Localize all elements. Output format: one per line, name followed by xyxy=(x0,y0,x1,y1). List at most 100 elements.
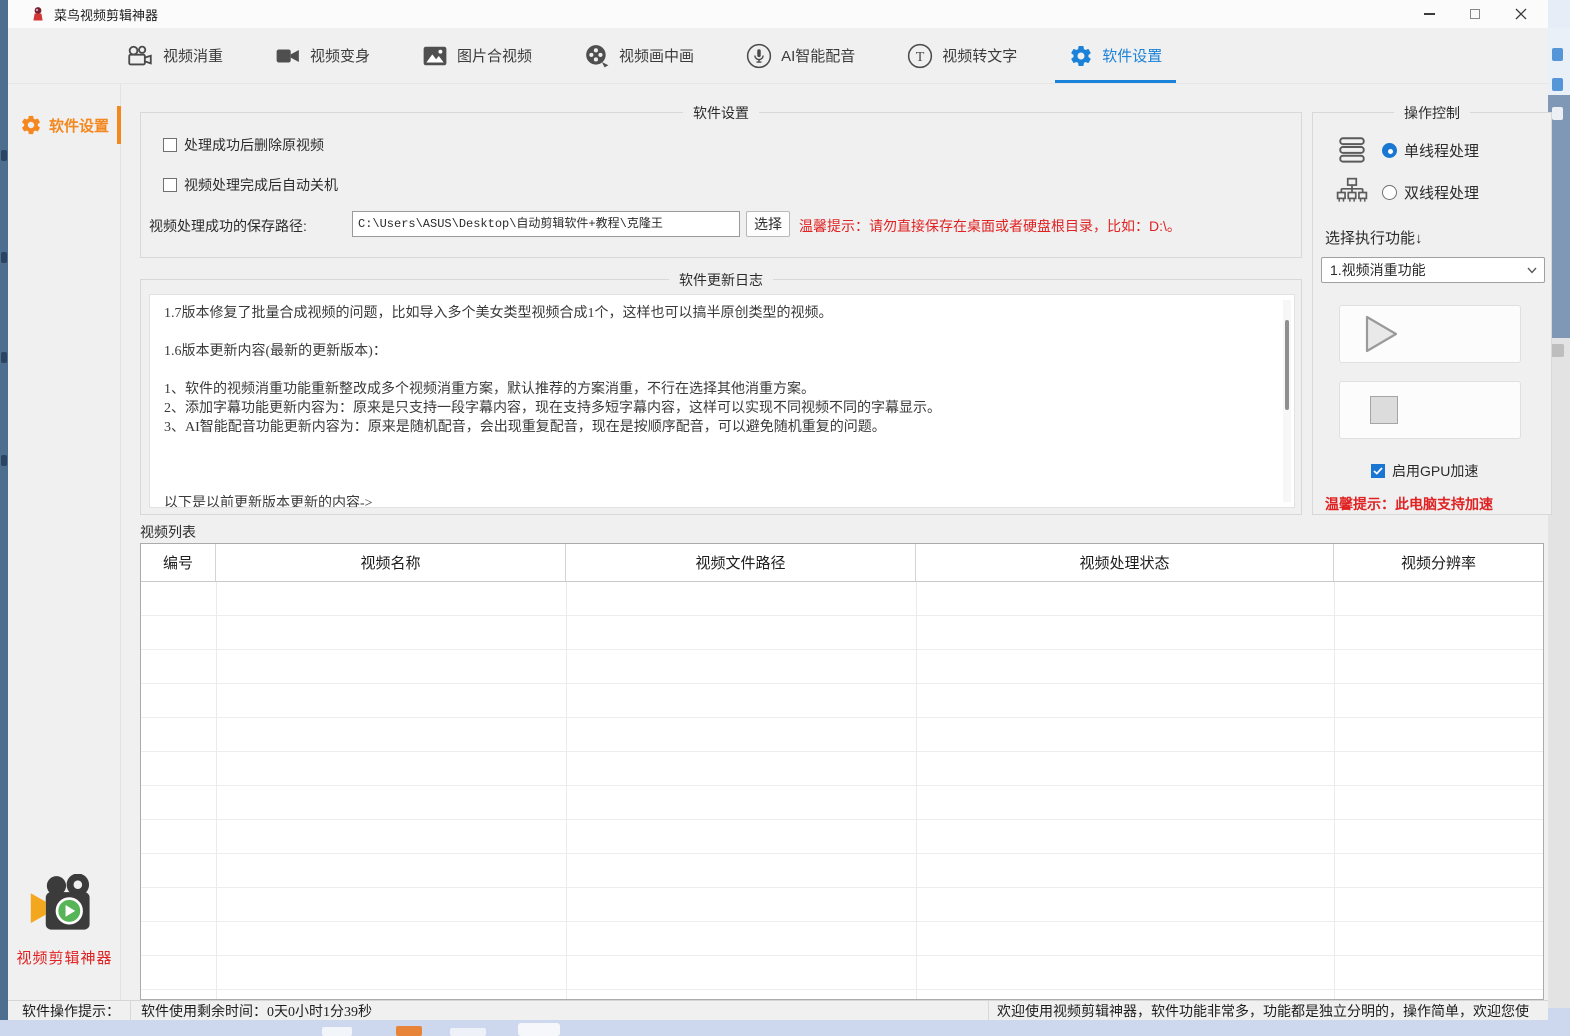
taskbar-sliver xyxy=(0,1020,1570,1036)
taskbar-icon-fragment xyxy=(450,1028,486,1036)
taskbar-icon-fragment xyxy=(396,1026,422,1036)
status-remaining-time: 软件使用剩余时间：0天0小时1分39秒 xyxy=(131,1001,989,1020)
tab-ai-voiceover[interactable]: AI智能配音 xyxy=(746,28,855,83)
select-function-label: 选择执行功能↓ xyxy=(1325,227,1423,248)
tab-video-to-text[interactable]: T 视频转文字 xyxy=(907,28,1017,83)
tab-label: 图片合视频 xyxy=(457,45,532,66)
save-path-label: 视频处理成功的保存路径: xyxy=(149,216,307,236)
maximize-button[interactable] xyxy=(1452,0,1498,28)
dual-thread-radio[interactable]: 双线程处理 xyxy=(1335,175,1479,209)
minimize-icon xyxy=(1424,13,1435,15)
text-fragment xyxy=(1551,344,1564,357)
radio-unselected-icon xyxy=(1382,185,1397,200)
maximize-icon xyxy=(1470,9,1480,19)
tab-label: 视频变身 xyxy=(310,45,370,66)
checkbox-label: 启用GPU加速 xyxy=(1392,461,1478,481)
dropdown-value: 1.视频消重功能 xyxy=(1330,262,1426,278)
stop-button[interactable] xyxy=(1339,381,1521,439)
column-divider xyxy=(566,582,567,999)
choose-path-button[interactable]: 选择 xyxy=(746,211,790,237)
tab-image-to-video[interactable]: 图片合视频 xyxy=(422,28,532,83)
status-tip-label: 软件操作提示： xyxy=(8,1001,131,1020)
update-log-title: 软件更新日志 xyxy=(669,270,773,290)
tab-video-transform[interactable]: 视频变身 xyxy=(275,28,370,83)
control-panel-group: 操作控制 单线程处理 双线程处理 选择执行功能↓ 1.视 xyxy=(1312,112,1552,515)
column-divider xyxy=(1334,582,1335,999)
video-list-table: 编号 视频名称 视频文件路径 视频处理状态 视频分辨率 xyxy=(140,543,1544,1000)
single-thread-radio[interactable]: 单线程处理 xyxy=(1335,133,1479,167)
column-header-name[interactable]: 视频名称 xyxy=(216,544,566,581)
gear-icon xyxy=(1069,44,1093,68)
text-fragment xyxy=(1552,107,1563,120)
desktop-icon-fragment xyxy=(1,252,7,263)
svg-text:T: T xyxy=(916,48,925,64)
tab-label: 视频转文字 xyxy=(942,45,1017,66)
table-body-empty xyxy=(141,582,1543,999)
active-indicator-bar xyxy=(117,106,121,144)
log-scrollbar[interactable] xyxy=(1283,300,1291,502)
sidebar-item-label: 软件设置 xyxy=(49,115,109,136)
desktop-icon-fragment xyxy=(1,455,7,466)
tab-label: 软件设置 xyxy=(1102,45,1162,66)
sidebar: 软件设置 视频剪辑神器 xyxy=(8,84,121,1000)
delete-original-checkbox[interactable]: 处理成功后删除原视频 xyxy=(163,135,324,155)
column-header-resolution[interactable]: 视频分辨率 xyxy=(1334,544,1543,581)
chevron-down-icon xyxy=(1527,267,1537,274)
window-title: 菜鸟视频剪辑神器 xyxy=(54,5,158,24)
log-scrollbar-thumb[interactable] xyxy=(1285,320,1289,410)
background-window-left-sliver xyxy=(0,0,8,1036)
checkbox-label: 视频处理完成后自动关机 xyxy=(184,175,338,195)
tab-software-settings[interactable]: 软件设置 xyxy=(1069,28,1162,83)
radio-label: 单线程处理 xyxy=(1404,140,1479,161)
checkbox-checked-icon xyxy=(1371,464,1385,478)
column-header-id[interactable]: 编号 xyxy=(141,544,216,581)
tab-video-dedup[interactable]: 视频消重 xyxy=(126,28,223,83)
column-divider xyxy=(916,582,917,999)
text-fragment xyxy=(1552,48,1563,61)
right-sliver-light xyxy=(1548,28,1570,95)
gpu-hint-text: 温馨提示：此电脑支持加速 xyxy=(1325,494,1493,514)
checkbox-unchecked-icon xyxy=(163,178,177,192)
status-welcome-text: 欢迎使用视频剪辑神器，软件功能非常多，功能都是独立分明的，操作简单，欢迎您使 xyxy=(989,1001,1548,1020)
update-log-box: 1.7版本修复了批量合成视频的问题，比如导入多个美女类型视频合成1个，这样也可以… xyxy=(149,294,1295,508)
status-bar: 软件操作提示： 软件使用剩余时间：0天0小时1分39秒 欢迎使用视频剪辑神器，软… xyxy=(8,1000,1548,1020)
table-header-row: 编号 视频名称 视频文件路径 视频处理状态 视频分辨率 xyxy=(141,544,1543,582)
save-path-input[interactable]: C:\Users\ASUS\Desktop\自动剪辑软件+教程\克隆王 xyxy=(352,211,740,237)
single-thread-icon xyxy=(1335,133,1369,167)
videocam-icon xyxy=(275,45,301,67)
gpu-acceleration-checkbox[interactable]: 启用GPU加速 xyxy=(1371,461,1478,481)
checkbox-unchecked-icon xyxy=(163,138,177,152)
function-dropdown[interactable]: 1.视频消重功能 xyxy=(1321,257,1545,283)
mic-icon xyxy=(746,43,772,69)
stop-icon xyxy=(1370,396,1398,424)
text-fragment xyxy=(1552,78,1563,91)
image-icon xyxy=(422,45,448,67)
tab-label: 视频画中画 xyxy=(619,45,694,66)
dual-thread-icon xyxy=(1335,175,1369,209)
column-header-status[interactable]: 视频处理状态 xyxy=(916,544,1334,581)
start-button[interactable] xyxy=(1339,305,1521,363)
movie-camera-logo-icon xyxy=(27,874,103,936)
close-icon xyxy=(1515,8,1527,20)
checkbox-label: 处理成功后删除原视频 xyxy=(184,135,324,155)
app-logo-icon xyxy=(30,6,46,22)
play-icon xyxy=(1364,314,1400,354)
taskbar-icon-fragment xyxy=(322,1027,352,1036)
tab-picture-in-picture[interactable]: 视频画中画 xyxy=(584,28,694,83)
auto-shutdown-checkbox[interactable]: 视频处理完成后自动关机 xyxy=(163,175,338,195)
column-header-path[interactable]: 视频文件路径 xyxy=(566,544,916,581)
desktop-icon-fragment xyxy=(1,150,7,161)
minimize-button[interactable] xyxy=(1406,0,1452,28)
sidebar-item-settings[interactable]: 软件设置 xyxy=(20,108,116,142)
close-button[interactable] xyxy=(1498,0,1544,28)
taskbar-icon-fragment xyxy=(518,1023,560,1036)
tab-label: AI智能配音 xyxy=(781,45,855,66)
settings-group-title: 软件设置 xyxy=(683,103,759,123)
update-log-group: 软件更新日志 1.7版本修复了批量合成视频的问题，比如导入多个美女类型视频合成1… xyxy=(140,279,1302,515)
right-sliver-top xyxy=(1548,0,1570,28)
film-reel-icon xyxy=(584,44,610,68)
desktop-icon-fragment xyxy=(1,352,7,363)
tab-label: 视频消重 xyxy=(163,45,223,66)
titlebar: 菜鸟视频剪辑神器 xyxy=(8,0,1548,28)
text-t-icon: T xyxy=(907,43,933,69)
